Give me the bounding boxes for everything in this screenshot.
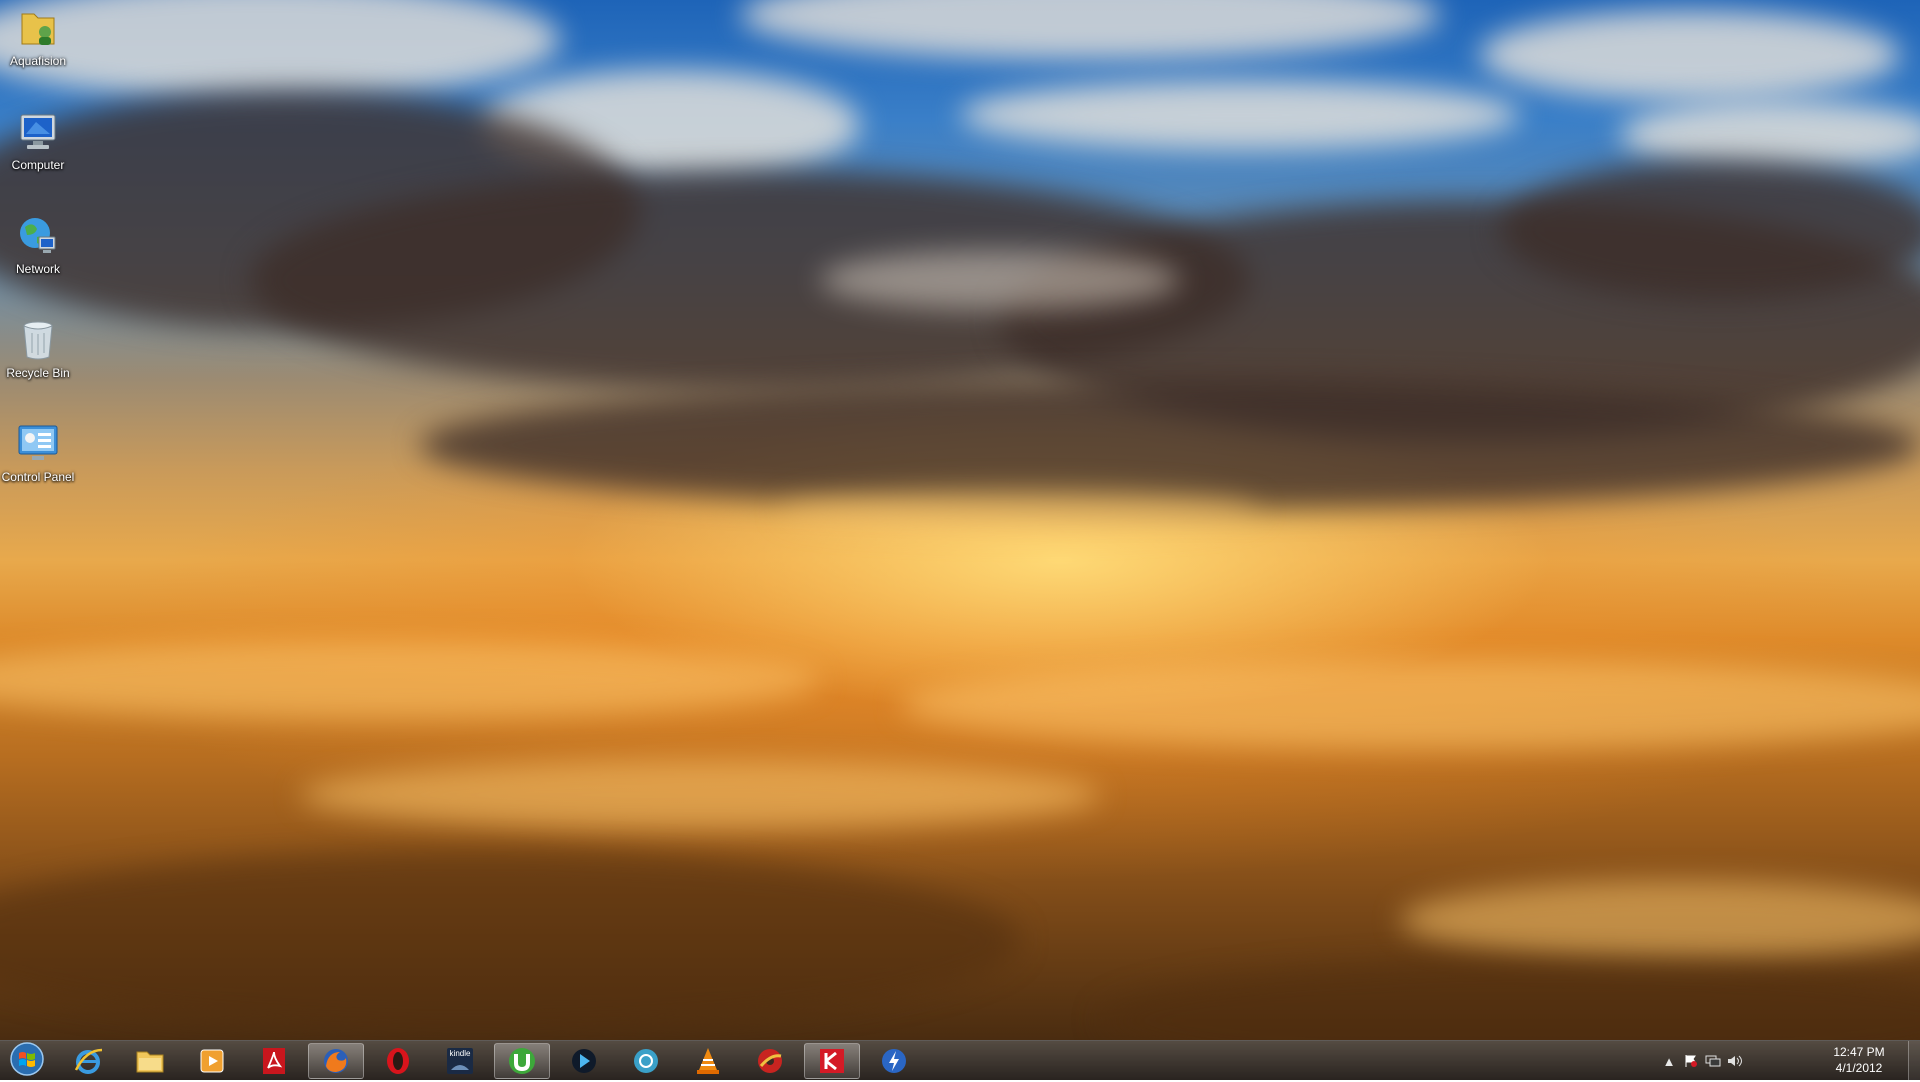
network-tray-icon[interactable] [1704, 1052, 1722, 1070]
network-icon [16, 214, 60, 258]
cloud [0, 0, 560, 100]
taskbar-media-player[interactable] [184, 1043, 240, 1079]
cloud [0, 850, 1020, 1030]
taskbar-media-center[interactable] [556, 1043, 612, 1079]
cloud [820, 250, 1180, 310]
opera-icon [387, 1048, 409, 1074]
clock-time: 12:47 PM [1833, 1045, 1885, 1059]
adobe-reader-icon [263, 1048, 285, 1074]
cloud [0, 640, 820, 720]
media-center-icon [572, 1049, 596, 1073]
cloud [1620, 100, 1920, 170]
desktop-icon-recycle-bin[interactable]: Recycle Bin [0, 318, 76, 380]
windows-start-icon [9, 1041, 45, 1082]
recycle-bin-icon [16, 318, 60, 362]
file-explorer-icon [136, 1051, 164, 1073]
desktop-icon-computer[interactable]: Computer [0, 110, 76, 172]
vlc-icon [697, 1048, 719, 1074]
clock-date: 4/1/2012 [1835, 1061, 1883, 1075]
taskbar: kindle ▲ 12:47 PM 4/1/2012 [0, 1040, 1920, 1082]
cd-burner-icon [758, 1049, 782, 1073]
desktop-icon-label: Computer [11, 158, 65, 172]
cloud [420, 380, 1920, 510]
taskbar-utorrent[interactable] [494, 1043, 550, 1079]
desktop-icon-label: Control Panel [1, 470, 75, 484]
cloud [900, 660, 1920, 750]
cloud [1480, 10, 1900, 100]
media-player-icon [200, 1049, 224, 1073]
show-hidden-icons-chevron[interactable]: ▲ [1660, 1052, 1678, 1070]
taskbar-cd-burner[interactable] [742, 1043, 798, 1079]
taskbar-opera[interactable] [370, 1043, 426, 1079]
taskbar-kindle[interactable]: kindle [432, 1043, 488, 1079]
desktop-icon-aquafision[interactable]: Aquafision [0, 6, 76, 68]
internet-explorer-icon [74, 1048, 103, 1074]
cloud [780, 490, 1260, 530]
action-center-flag-icon[interactable] [1682, 1052, 1700, 1070]
taskbar-steam-like[interactable] [618, 1043, 674, 1079]
utorrent-icon [509, 1048, 535, 1074]
kaspersky-icon [820, 1049, 844, 1073]
desktop-icon-label: Aquafision [9, 54, 67, 68]
kindle-icon-text: kindle [449, 1049, 471, 1058]
taskbar-vlc[interactable] [680, 1043, 736, 1079]
show-desktop-button[interactable] [1908, 1041, 1920, 1081]
desktop-icon-label: Network [15, 262, 60, 276]
cloud [1500, 160, 1920, 300]
control-panel-icon [16, 422, 60, 466]
taskbar-file-explorer[interactable] [122, 1043, 178, 1079]
cloud [960, 80, 1520, 150]
cloud [300, 760, 1100, 830]
desktop-icon-network[interactable]: Network [0, 214, 76, 276]
winamp-icon [882, 1049, 906, 1073]
firefox-icon [324, 1049, 348, 1073]
taskbar-firefox[interactable] [308, 1043, 364, 1079]
desktop-wallpaper[interactable]: Aquafision Computer Network Recycle Bin … [0, 0, 1920, 1040]
cloud [740, 0, 1440, 60]
desktop-icon-control-panel[interactable]: Control Panel [0, 422, 76, 484]
computer-icon [16, 110, 60, 154]
steam-like-icon [634, 1049, 658, 1073]
taskbar-winamp[interactable] [866, 1043, 922, 1079]
cloud [1400, 880, 1920, 960]
system-tray: ▲ 12:47 PM 4/1/2012 [1660, 1041, 1920, 1081]
taskbar-kaspersky[interactable] [804, 1043, 860, 1079]
volume-icon[interactable] [1726, 1052, 1744, 1070]
desktop-icon-label: Recycle Bin [6, 366, 70, 380]
user-folder-icon [16, 6, 60, 50]
taskbar-adobe-reader[interactable] [246, 1043, 302, 1079]
taskbar-clock[interactable]: 12:47 PM 4/1/2012 [1816, 1044, 1902, 1076]
start-button[interactable] [4, 1041, 50, 1082]
taskbar-internet-explorer[interactable] [60, 1043, 116, 1079]
cloud [1100, 960, 1920, 1040]
